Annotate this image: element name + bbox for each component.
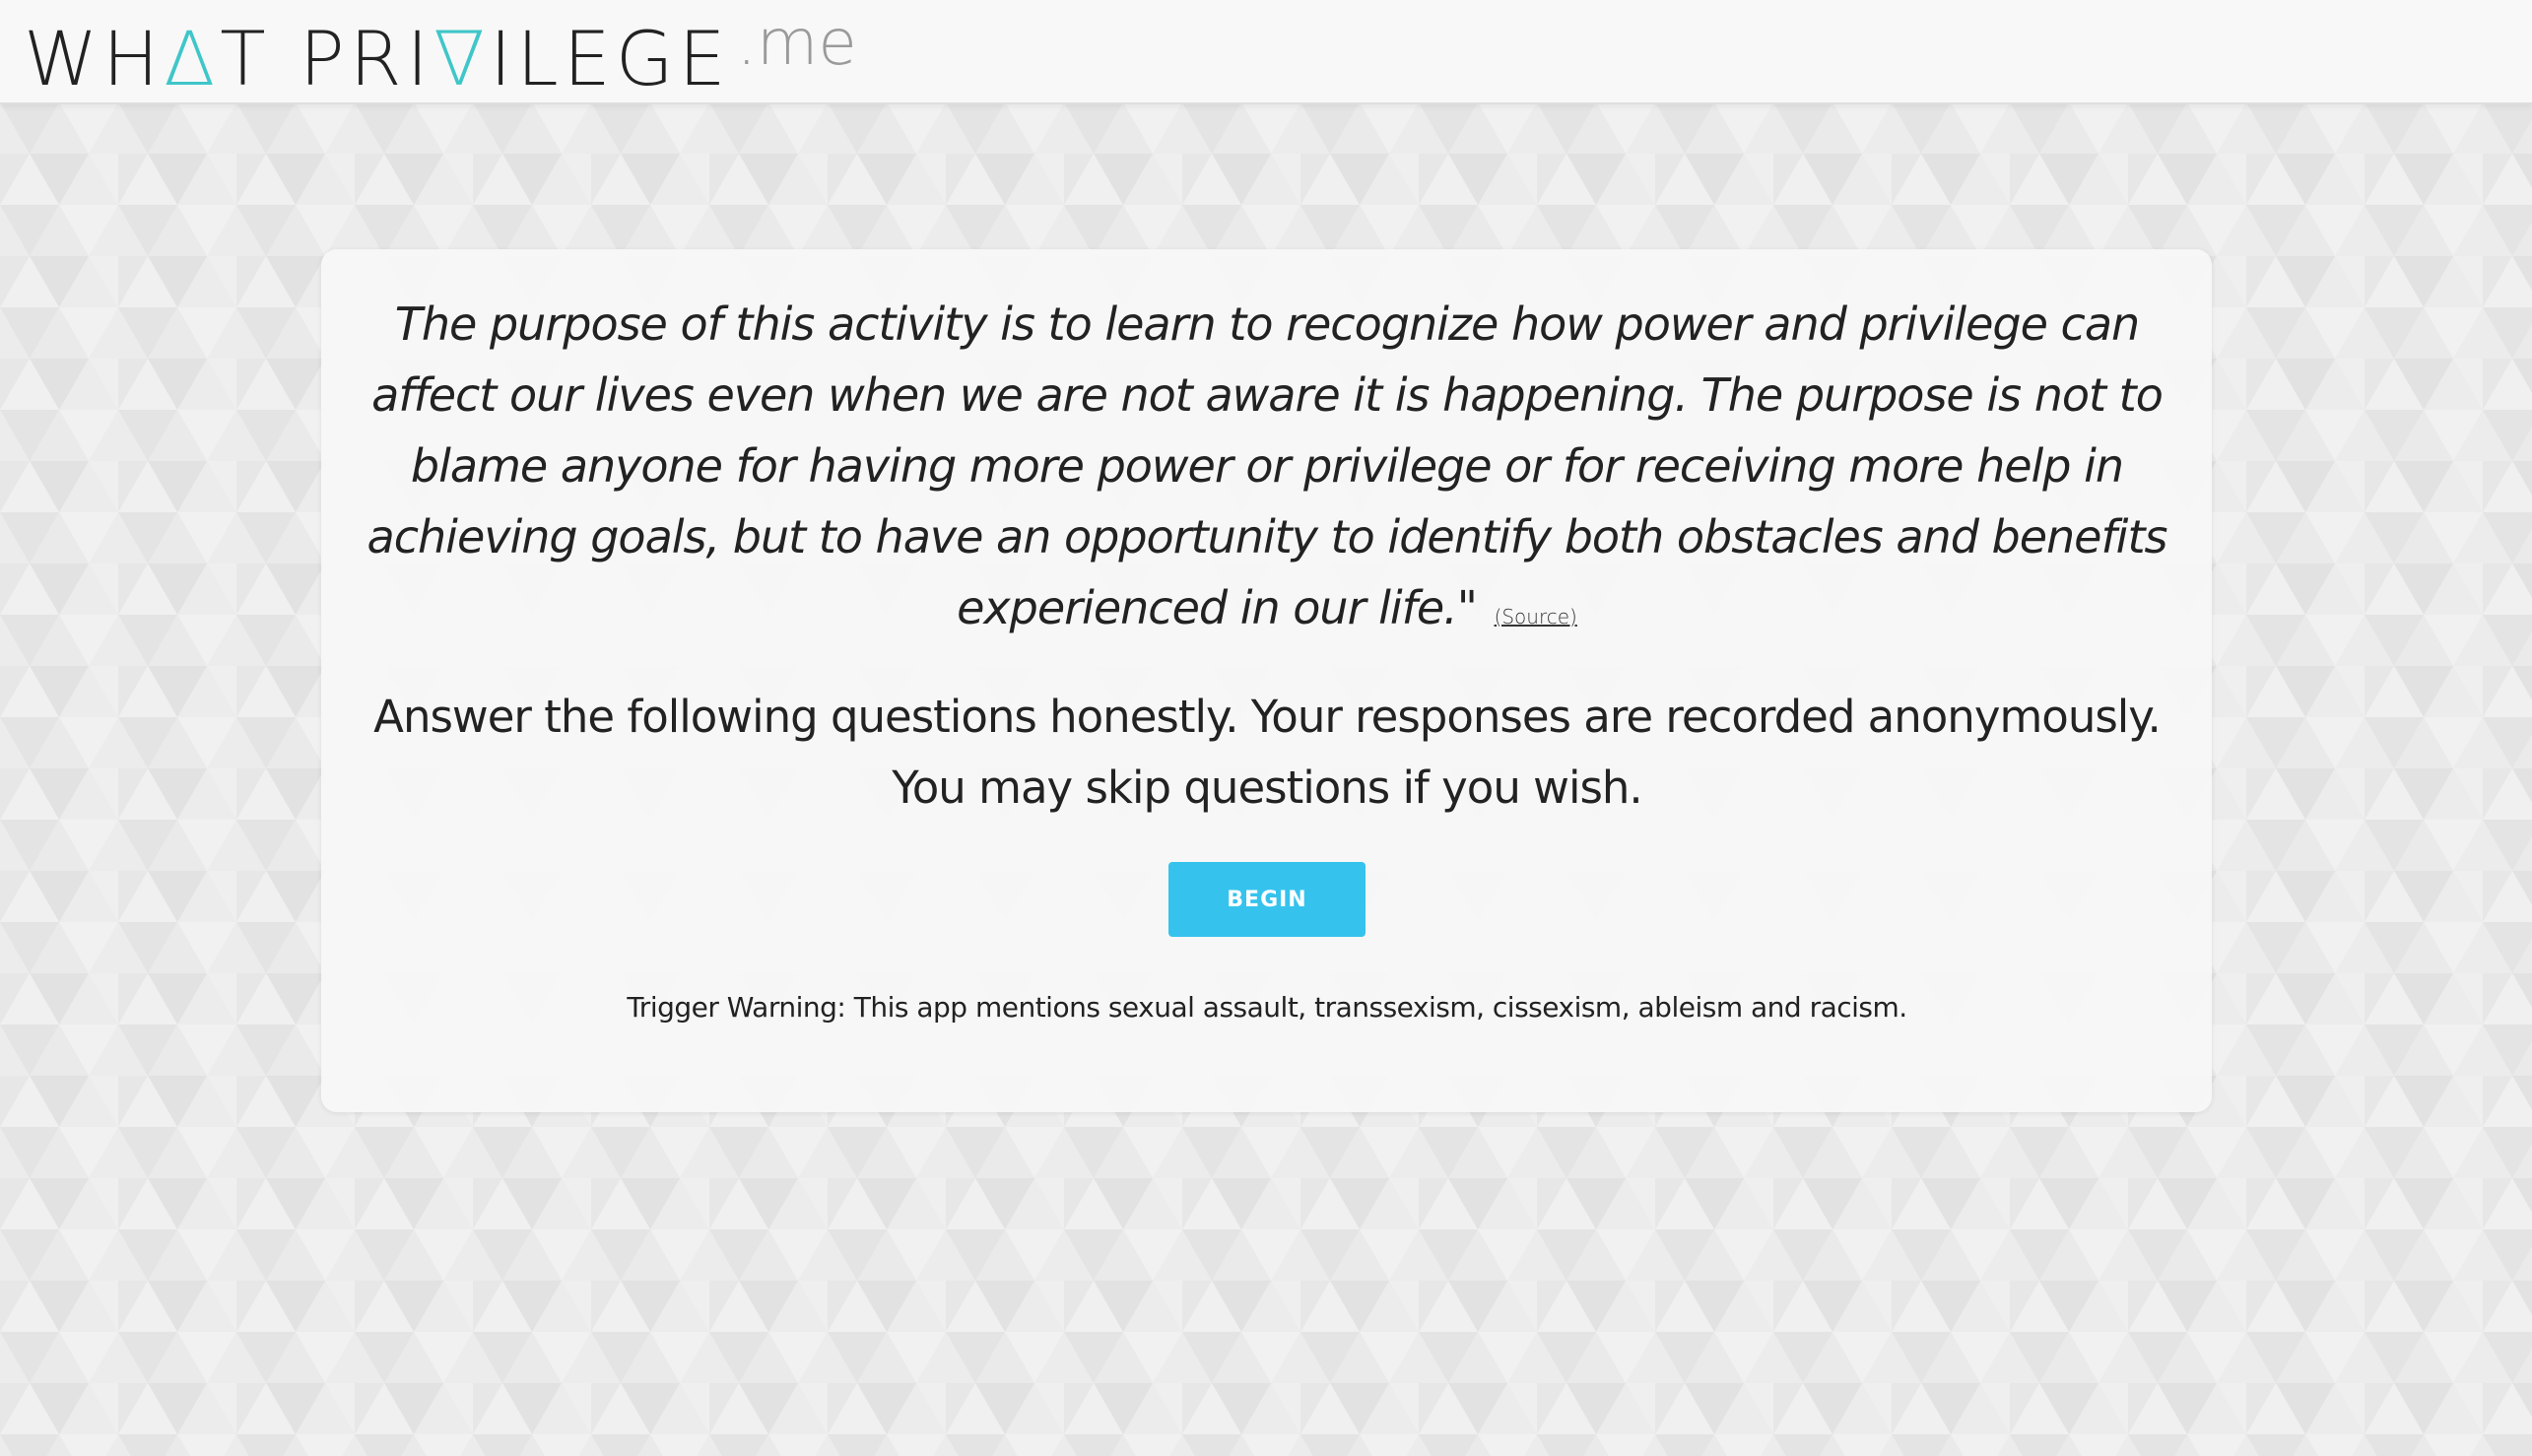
begin-button[interactable]: BEGIN [1168, 862, 1366, 937]
triangle-up-icon: Δ [164, 15, 221, 102]
site-logo[interactable]: WHΔT PRI∇ILEGE .me [24, 8, 857, 97]
triangle-down-icon: ∇ [433, 15, 490, 102]
logo-wordmark: WHΔT PRI∇ILEGE [24, 15, 731, 102]
top-nav-bar: WHΔT PRI∇ILEGE .me [0, 0, 2532, 104]
logo-domain-suffix: .me [736, 7, 857, 80]
trigger-warning: Trigger Warning: This app mentions sexua… [627, 991, 1907, 1024]
instructions-text: Answer the following questions honestly.… [373, 691, 2162, 814]
source-link[interactable]: (Source) [1495, 605, 1577, 629]
purpose-quote-text: The purpose of this activity is to learn… [366, 298, 2168, 634]
purpose-quote: The purpose of this activity is to learn… [351, 289, 2183, 652]
intro-card: The purpose of this activity is to learn… [321, 249, 2212, 1112]
